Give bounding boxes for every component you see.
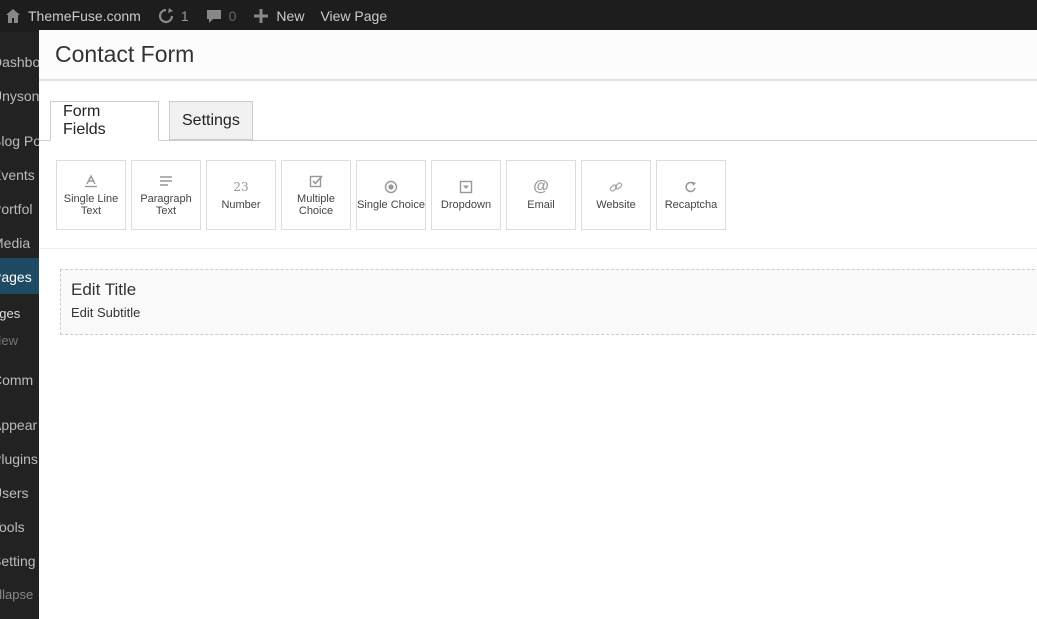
- updates-link[interactable]: 1: [149, 0, 197, 32]
- contact-form-modal: Contact Form Form Fields Settings Single…: [39, 30, 1037, 619]
- checkbox-icon: [309, 173, 323, 189]
- field-website-button[interactable]: Website: [581, 160, 651, 230]
- number-icon: 23: [233, 180, 249, 194]
- refresh-icon: [157, 7, 175, 25]
- home-icon: [4, 7, 22, 25]
- sidebar-collapse-menu[interactable]: ollapse: [0, 585, 33, 605]
- sidebar-item-appearance[interactable]: Appear: [0, 415, 37, 435]
- site-name: ThemeFuse.conm: [28, 8, 141, 24]
- field-label: Website: [596, 199, 636, 211]
- field-label: Recaptcha: [664, 199, 718, 211]
- sidebar-item-portfolio[interactable]: Portfol: [0, 199, 32, 219]
- paragraph-icon: [159, 173, 173, 189]
- refresh-icon: [684, 179, 698, 195]
- sidebar-item-plugins[interactable]: Plugins: [0, 449, 38, 469]
- sidebar-sub-add-new[interactable]: New: [0, 331, 18, 351]
- sidebar-sub-all-pages[interactable]: ages: [0, 304, 20, 324]
- field-label-line2: Text: [80, 205, 102, 217]
- field-label: Dropdown: [440, 199, 492, 211]
- field-paragraph-text-button[interactable]: Paragraph Text: [131, 160, 201, 230]
- dropdown-icon: [459, 179, 473, 195]
- field-label-line2: Choice: [298, 205, 334, 217]
- edit-subtitle[interactable]: Edit Subtitle: [71, 305, 1037, 320]
- field-number-button[interactable]: 23 Number: [206, 160, 276, 230]
- field-types-palette: Single Line Text Paragraph Text 23 Numbe…: [56, 160, 731, 230]
- radio-icon: [384, 179, 398, 195]
- text-line-icon: [84, 173, 98, 189]
- field-label: Single Line: [63, 193, 119, 205]
- edit-title[interactable]: Edit Title: [71, 280, 1037, 300]
- field-recaptcha-button[interactable]: Recaptcha: [656, 160, 726, 230]
- field-label: Number: [221, 199, 261, 211]
- link-icon: [609, 179, 623, 195]
- sidebar-item-media[interactable]: Media: [0, 233, 30, 253]
- new-label: New: [276, 8, 305, 24]
- field-single-line-text-button[interactable]: Single Line Text: [56, 160, 126, 230]
- field-label: Paragraph: [140, 193, 192, 205]
- at-icon: @: [533, 178, 549, 195]
- view-page-label: View Page: [320, 8, 388, 24]
- field-label: Email: [527, 199, 555, 211]
- modal-header: Contact Form: [39, 30, 1037, 81]
- field-single-choice-button[interactable]: Single Choice: [356, 160, 426, 230]
- field-label: Single Choice: [357, 199, 425, 211]
- field-dropdown-button[interactable]: Dropdown: [431, 160, 501, 230]
- admin-sidebar: Dashbo Unyson Blog Po Events Portfol Med…: [0, 32, 39, 619]
- plus-icon: [252, 7, 270, 25]
- tab-settings[interactable]: Settings: [169, 101, 253, 140]
- site-name-link[interactable]: ThemeFuse.conm: [0, 0, 149, 32]
- field-label: Multiple: [297, 193, 335, 205]
- sidebar-item-events[interactable]: Events: [0, 165, 35, 185]
- new-content-link[interactable]: New: [244, 0, 312, 32]
- tab-form-fields[interactable]: Form Fields: [50, 101, 159, 141]
- sidebar-item-settings[interactable]: Setting: [0, 551, 36, 571]
- view-page-link[interactable]: View Page: [312, 0, 395, 32]
- sidebar-item-pages[interactable]: Pages: [0, 267, 32, 287]
- comments-count: 0: [228, 8, 237, 24]
- admin-bar: ThemeFuse.conm 1 0 New View Page: [0, 0, 1037, 32]
- comments-link[interactable]: 0: [197, 0, 245, 32]
- sidebar-item-blog-posts[interactable]: Blog Po: [0, 131, 39, 151]
- field-label-line2: Text: [155, 205, 177, 217]
- modal-title: Contact Form: [55, 41, 195, 67]
- modal-tabs: Form Fields Settings: [39, 81, 1037, 141]
- sidebar-item-tools[interactable]: Tools: [0, 517, 25, 537]
- field-email-button[interactable]: @ Email: [506, 160, 576, 230]
- updates-count: 1: [180, 8, 189, 24]
- comment-icon: [205, 7, 223, 25]
- sidebar-item-dashboard[interactable]: Dashbo: [0, 52, 39, 72]
- sidebar-item-unyson[interactable]: Unyson: [0, 86, 39, 106]
- palette-divider: [39, 248, 1037, 249]
- sidebar-item-users[interactable]: Users: [0, 483, 29, 503]
- sidebar-item-comments[interactable]: Comm: [0, 370, 33, 390]
- form-header-editor[interactable]: Edit Title Edit Subtitle: [60, 269, 1037, 335]
- field-multiple-choice-button[interactable]: Multiple Choice: [281, 160, 351, 230]
